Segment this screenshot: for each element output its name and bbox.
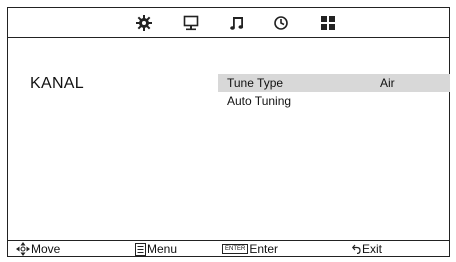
- clock-icon[interactable]: [270, 12, 292, 34]
- hint-move: Move: [16, 241, 60, 257]
- section-title: KANAL: [30, 75, 84, 92]
- footer-hints: Move Menu ENTER Enter Exit: [8, 240, 449, 256]
- hint-exit: Exit: [352, 241, 382, 257]
- hint-label: Exit: [362, 242, 383, 256]
- settings-list: Tune Type Air Auto Tuning: [218, 74, 450, 110]
- menu-tab-bar: [8, 8, 449, 38]
- menu-icon: [135, 242, 146, 256]
- setting-row-tune-type[interactable]: Tune Type Air: [218, 74, 450, 92]
- music-note-icon[interactable]: [226, 12, 248, 34]
- enter-key-icon: ENTER: [222, 244, 249, 254]
- monitor-icon[interactable]: [180, 12, 202, 34]
- hint-label: Enter: [249, 242, 279, 256]
- menu-screen: KANAL Tune Type Air Auto Tuning Move Men…: [7, 7, 450, 257]
- setting-label: Tune Type: [227, 76, 284, 90]
- return-arrow-icon: [352, 244, 361, 254]
- hint-menu: Menu: [135, 241, 177, 257]
- setting-row-auto-tuning[interactable]: Auto Tuning: [218, 92, 450, 110]
- hint-label: Move: [31, 242, 61, 256]
- move-arrows-icon: [16, 242, 30, 256]
- gear-icon[interactable]: [133, 12, 155, 34]
- hint-enter: ENTER Enter: [222, 241, 278, 257]
- setting-value: Air: [380, 76, 395, 90]
- grid-icon[interactable]: [317, 12, 339, 34]
- setting-label: Auto Tuning: [227, 94, 292, 108]
- hint-label: Menu: [147, 242, 178, 256]
